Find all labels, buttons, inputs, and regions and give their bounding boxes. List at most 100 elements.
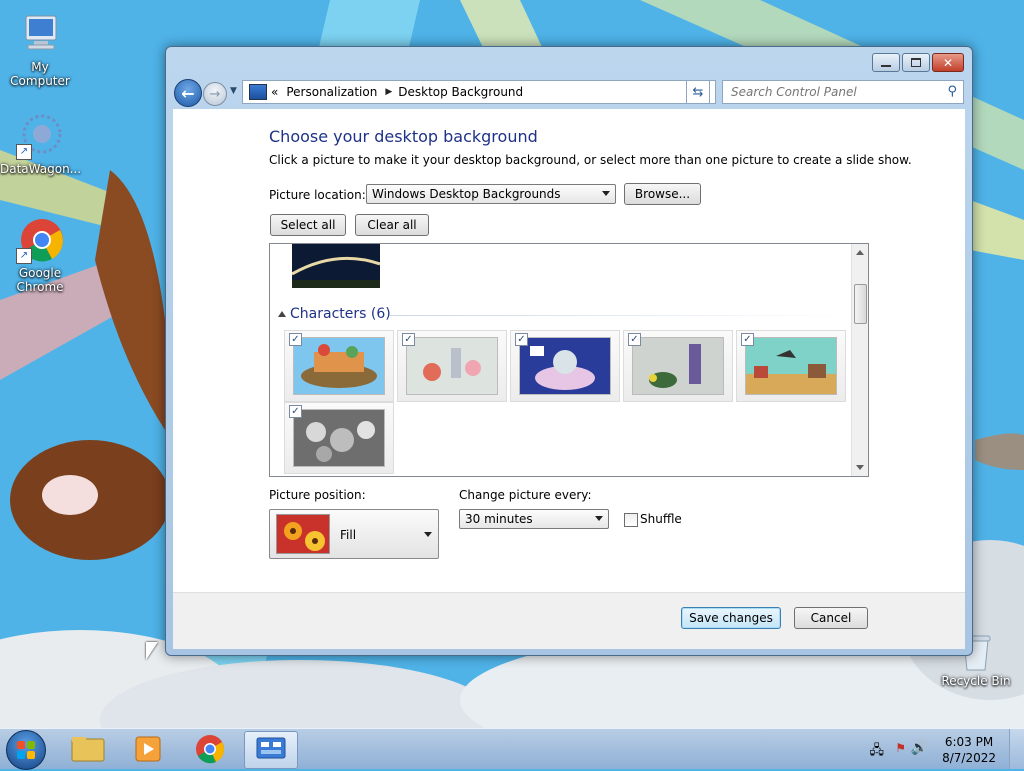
- change-picture-value: 30 minutes: [465, 512, 533, 526]
- browse-button[interactable]: Browse...: [624, 183, 701, 205]
- wallpaper-gallery[interactable]: Characters (6) ✓ ✓ ✓ ✓ ✓ ✓: [269, 243, 869, 477]
- windows-logo-icon: [17, 741, 35, 759]
- group-title-characters[interactable]: Characters (6): [290, 306, 391, 322]
- volume-icon[interactable]: 🔊: [911, 740, 928, 756]
- folder-icon: [71, 737, 105, 762]
- minimize-button[interactable]: [872, 53, 900, 72]
- shortcut-arrow-icon: ↗: [16, 248, 32, 264]
- desktop-icon-google-chrome[interactable]: ↗ Google Chrome: [0, 216, 80, 294]
- back-arrow-icon: ←: [181, 83, 195, 103]
- datawagon-icon: ↗: [16, 112, 64, 160]
- shuffle-checkbox[interactable]: [624, 513, 638, 527]
- dialog-footer: Save changes Cancel: [173, 592, 965, 649]
- close-button[interactable]: ✕: [932, 53, 964, 72]
- chrome-icon: ↗: [16, 216, 64, 264]
- position-preview-image: [276, 514, 330, 554]
- desktop-background-window: ✕ ← → ▼ « Personalization ▶ Desktop Back…: [165, 46, 973, 656]
- wallpaper-thumbnail[interactable]: ✓: [736, 330, 846, 402]
- search-icon[interactable]: ⚲: [947, 84, 957, 99]
- desktop-icon-my-computer[interactable]: My Computer: [0, 10, 80, 88]
- maximize-icon: [911, 58, 921, 67]
- refresh-button[interactable]: ⇆: [686, 80, 710, 104]
- wallpaper-thumbnail[interactable]: ✓: [510, 330, 620, 402]
- desktop-icon-label: DataWagon...: [0, 162, 82, 176]
- action-center-icon[interactable]: ⚑: [895, 741, 906, 755]
- desktop-icon-label: Recycle Bin: [941, 674, 1011, 688]
- forward-arrow-icon: →: [209, 86, 221, 102]
- clock[interactable]: 6:03 PM 8/7/2022: [942, 734, 996, 766]
- select-all-button[interactable]: Select all: [270, 214, 346, 236]
- media-player-icon: [135, 736, 161, 762]
- computer-icon: [16, 10, 64, 58]
- picture-location-value: Windows Desktop Backgrounds: [372, 187, 561, 201]
- caption-buttons: ✕: [870, 53, 964, 72]
- chevron-down-icon: [602, 191, 610, 196]
- thumbnail-checkbox[interactable]: ✓: [289, 333, 302, 346]
- thumbnail-checkbox[interactable]: ✓: [515, 333, 528, 346]
- thumbnail-checkbox[interactable]: ✓: [741, 333, 754, 346]
- change-picture-label: Change picture every:: [459, 488, 592, 502]
- gallery-scrollbar[interactable]: [851, 244, 868, 476]
- picture-position-select[interactable]: Fill: [269, 509, 439, 559]
- clear-all-button[interactable]: Clear all: [355, 214, 429, 236]
- search-input[interactable]: [729, 84, 939, 100]
- show-desktop-button[interactable]: [1009, 729, 1024, 769]
- breadcrumb-desktop-background[interactable]: Desktop Background: [398, 85, 523, 99]
- thumbnail-checkbox[interactable]: ✓: [289, 405, 302, 418]
- chevron-down-icon: [424, 532, 432, 537]
- page-title: Choose your desktop background: [269, 127, 538, 146]
- thumbnail-checkbox[interactable]: ✓: [628, 333, 641, 346]
- desktop-icon-datawagon[interactable]: ↗ DataWagon...: [0, 112, 82, 176]
- group-divider: [390, 315, 850, 316]
- control-panel-icon: [249, 84, 267, 100]
- back-button[interactable]: ←: [174, 79, 202, 107]
- clock-date: 8/7/2022: [942, 751, 996, 765]
- taskbar: 🖧 ⚑ 🔊 6:03 PM 8/7/2022: [0, 728, 1024, 770]
- picture-position-label: Picture position:: [269, 488, 366, 502]
- maximize-button[interactable]: [902, 53, 930, 72]
- navigation-bar: ← → ▼ « Personalization ▶ Desktop Backgr…: [172, 77, 966, 107]
- thumbnail-checkbox[interactable]: ✓: [402, 333, 415, 346]
- save-changes-button[interactable]: Save changes: [681, 607, 781, 629]
- wallpaper-thumbnail[interactable]: ✓: [284, 402, 394, 474]
- chrome-icon: [196, 735, 225, 764]
- scroll-up-icon[interactable]: [856, 250, 864, 255]
- shortcut-arrow-icon: ↗: [16, 144, 32, 160]
- wallpaper-thumbnail[interactable]: ✓: [397, 330, 507, 402]
- breadcrumb-personalization[interactable]: Personalization: [286, 85, 377, 99]
- network-icon[interactable]: 🖧: [870, 741, 885, 763]
- desktop-icon-label: My Computer: [10, 60, 70, 88]
- picture-location-label: Picture location:: [269, 188, 366, 202]
- taskbar-chrome[interactable]: [184, 731, 236, 767]
- address-bar[interactable]: « Personalization ▶ Desktop Background ▼: [242, 80, 716, 104]
- change-picture-select[interactable]: 30 minutes: [459, 509, 609, 529]
- start-button[interactable]: [6, 730, 46, 770]
- control-panel-icon: [256, 737, 286, 759]
- close-icon: ✕: [942, 55, 954, 70]
- cancel-button[interactable]: Cancel: [794, 607, 868, 629]
- chevron-down-icon: [595, 516, 603, 521]
- taskbar-media-player[interactable]: [122, 731, 174, 767]
- wallpaper-thumbnail[interactable]: ✓: [623, 330, 733, 402]
- shuffle-label[interactable]: Shuffle: [640, 512, 682, 526]
- taskbar-explorer[interactable]: [62, 731, 114, 767]
- scroll-down-icon[interactable]: [856, 465, 864, 470]
- address-overflow[interactable]: «: [271, 85, 278, 99]
- refresh-icon: ⇆: [692, 84, 704, 100]
- desktop-icon-label: Google Chrome: [16, 266, 64, 294]
- breadcrumb-chevron-icon[interactable]: ▶: [385, 87, 392, 97]
- wallpaper-thumbnail[interactable]: [292, 244, 380, 288]
- wallpaper-thumbnail[interactable]: ✓: [284, 330, 394, 402]
- picture-location-select[interactable]: Windows Desktop Backgrounds: [366, 184, 616, 204]
- collapse-arrow-icon[interactable]: [278, 311, 286, 317]
- recent-pages-dropdown[interactable]: ▼: [230, 86, 237, 96]
- forward-button[interactable]: →: [203, 82, 227, 106]
- page-description: Click a picture to make it your desktop …: [269, 153, 912, 167]
- minimize-icon: [881, 64, 891, 67]
- scroll-thumb[interactable]: [854, 284, 867, 324]
- mouse-cursor-icon: [146, 642, 158, 660]
- taskbar-control-panel[interactable]: [244, 731, 298, 769]
- content-pane: Choose your desktop background Click a p…: [173, 109, 965, 649]
- clock-time: 6:03 PM: [944, 735, 994, 749]
- search-box[interactable]: ⚲: [722, 80, 964, 104]
